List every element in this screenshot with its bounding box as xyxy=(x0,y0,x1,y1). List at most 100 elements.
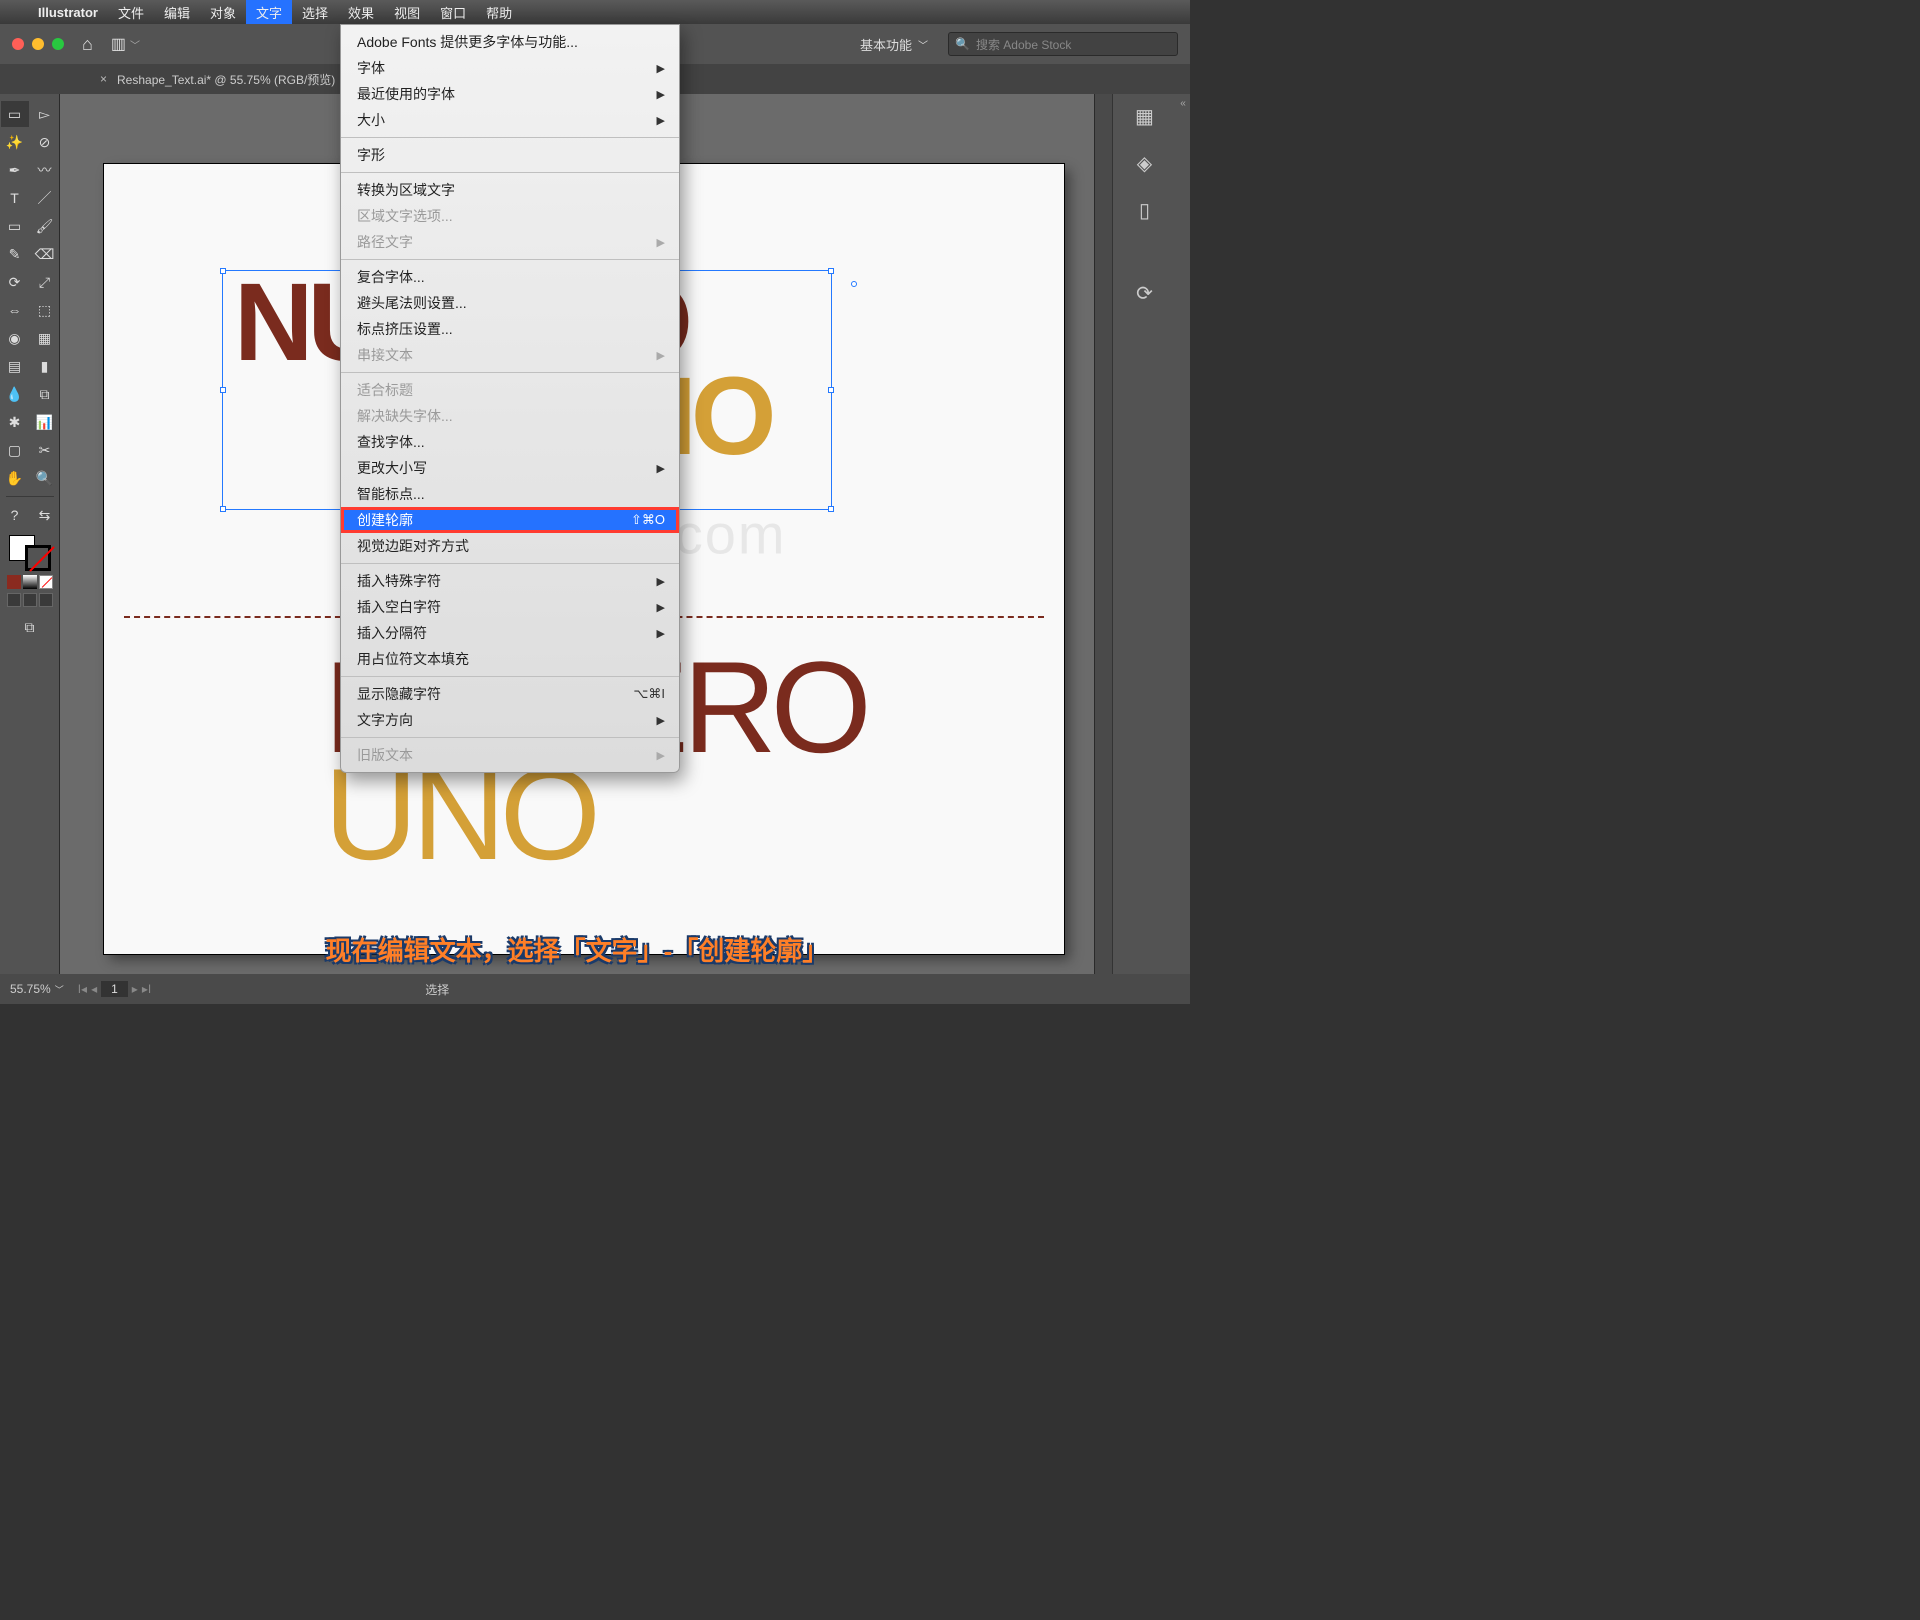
selection-tool[interactable]: ▭ xyxy=(1,101,29,127)
scale-tool[interactable]: ⤢ xyxy=(31,269,59,295)
menu-item[interactable]: 复合字体... xyxy=(341,264,679,290)
submenu-arrow-icon: ▶ xyxy=(657,62,665,75)
menu-item[interactable]: 视觉边距对齐方式 xyxy=(341,533,679,559)
menu-item[interactable]: 显示隐藏字符⌥⌘I xyxy=(341,681,679,707)
hand-tool[interactable]: ✋ xyxy=(1,465,29,491)
perspective-tool[interactable]: ▦ xyxy=(31,325,59,351)
chevron-down-icon: ﹀ xyxy=(918,37,928,52)
menu-item[interactable]: 创建轮廓⇧⌘O xyxy=(341,507,679,533)
submenu-arrow-icon: ▶ xyxy=(657,714,665,727)
expand-panels-icon[interactable]: « xyxy=(1176,94,1190,974)
slice-tool[interactable]: ✂ xyxy=(31,437,59,463)
menu-item[interactable]: 插入特殊字符▶ xyxy=(341,568,679,594)
menu-select[interactable]: 选择 xyxy=(292,0,338,24)
solid-color-icon[interactable] xyxy=(7,575,21,589)
menu-file[interactable]: 文件 xyxy=(108,0,154,24)
first-page-icon[interactable]: I◂ xyxy=(78,982,87,996)
refresh-panel-icon[interactable]: ⟳ xyxy=(1136,281,1153,306)
draw-normal-icon[interactable] xyxy=(7,593,21,607)
draw-inside-icon[interactable] xyxy=(39,593,53,607)
menu-item[interactable]: 字形 xyxy=(341,142,679,168)
tutorial-caption: 现在编辑文本，选择「文字」-「创建轮廓」 xyxy=(60,931,1094,968)
none-color-icon[interactable] xyxy=(39,575,53,589)
maximize-window-button[interactable] xyxy=(52,38,64,50)
artboard-tool[interactable]: ▢ xyxy=(1,437,29,463)
width-tool[interactable]: ⇔ xyxy=(1,297,29,323)
line-tool[interactable]: ／ xyxy=(31,185,59,211)
menu-item[interactable]: 文字方向▶ xyxy=(341,707,679,733)
app-name[interactable]: Illustrator xyxy=(28,5,108,20)
menu-item[interactable]: 更改大小写▶ xyxy=(341,455,679,481)
properties-panel-icon[interactable]: ▦ xyxy=(1135,104,1154,129)
dock-drag-strip[interactable] xyxy=(1095,94,1113,974)
menu-item[interactable]: Adobe Fonts 提供更多字体与功能... xyxy=(341,29,679,55)
unknown-tool[interactable]: ? xyxy=(1,502,29,528)
menu-item[interactable]: 大小▶ xyxy=(341,107,679,133)
gradient-icon[interactable] xyxy=(23,575,37,589)
shape-builder-tool[interactable]: ◉ xyxy=(1,325,29,351)
magic-wand-tool[interactable]: ✨ xyxy=(1,129,29,155)
pen-tool[interactable]: ✒ xyxy=(1,157,29,183)
draw-behind-icon[interactable] xyxy=(23,593,37,607)
toggle-fill-stroke[interactable]: ⇆ xyxy=(31,502,59,528)
document-tab-title[interactable]: Reshape_Text.ai* @ 55.75% (RGB/预览) xyxy=(117,71,335,88)
arrange-documents-icon[interactable]: ▥ xyxy=(111,34,126,54)
menu-type[interactable]: 文字 xyxy=(246,0,292,24)
symbol-sprayer-tool[interactable]: ✱ xyxy=(1,409,29,435)
next-page-icon[interactable]: ▸ xyxy=(132,982,138,996)
blend-tool[interactable]: ⧉ xyxy=(31,381,59,407)
menu-item[interactable]: 最近使用的字体▶ xyxy=(341,81,679,107)
curvature-tool[interactable]: 〰 xyxy=(31,157,59,183)
fill-stroke-swatches[interactable] xyxy=(9,535,51,571)
libraries-panel-icon[interactable]: ▯ xyxy=(1139,198,1150,223)
rotate-tool[interactable]: ⟳ xyxy=(1,269,29,295)
menu-help[interactable]: 帮助 xyxy=(476,0,522,24)
menu-effect[interactable]: 效果 xyxy=(338,0,384,24)
menu-item-label: 区域文字选项... xyxy=(357,206,453,226)
last-page-icon[interactable]: ▸I xyxy=(142,982,151,996)
menu-item-label: 插入分隔符 xyxy=(357,623,427,643)
menu-object[interactable]: 对象 xyxy=(200,0,246,24)
free-transform-tool[interactable]: ⬚ xyxy=(31,297,59,323)
page-number[interactable]: 1 xyxy=(101,981,128,997)
menu-item[interactable]: 插入空白字符▶ xyxy=(341,594,679,620)
eyedropper-tool[interactable]: 💧 xyxy=(1,381,29,407)
mesh-tool[interactable]: ▤ xyxy=(1,353,29,379)
menu-edit[interactable]: 编辑 xyxy=(154,0,200,24)
search-input[interactable]: 🔍 搜索 Adobe Stock xyxy=(948,32,1178,56)
submenu-arrow-icon: ▶ xyxy=(657,349,665,362)
graph-tool[interactable]: 📊 xyxy=(31,409,59,435)
paintbrush-tool[interactable]: 🖌 xyxy=(31,213,59,239)
menu-item[interactable]: 字体▶ xyxy=(341,55,679,81)
shaper-tool[interactable]: ✎ xyxy=(1,241,29,267)
menu-item[interactable]: 用占位符文本填充 xyxy=(341,646,679,672)
tab-close-icon[interactable]: × xyxy=(100,72,107,86)
zoom-tool[interactable]: 🔍 xyxy=(31,465,59,491)
arrange-dropdown-icon[interactable]: ﹀ xyxy=(130,37,140,52)
eraser-tool[interactable]: ⌫ xyxy=(31,241,59,267)
menu-item[interactable]: 智能标点... xyxy=(341,481,679,507)
menu-item[interactable]: 转换为区域文字 xyxy=(341,177,679,203)
menu-item[interactable]: 标点挤压设置... xyxy=(341,316,679,342)
menu-item[interactable]: 避头尾法则设置... xyxy=(341,290,679,316)
menu-view[interactable]: 视图 xyxy=(384,0,430,24)
layers-panel-icon[interactable]: ◈ xyxy=(1137,151,1152,176)
zoom-control[interactable]: 55.75% ﹀ xyxy=(10,982,64,996)
artboard-navigator[interactable]: I◂ ◂ 1 ▸ ▸I xyxy=(78,981,151,997)
prev-page-icon[interactable]: ◂ xyxy=(91,982,97,996)
type-tool[interactable]: T xyxy=(1,185,29,211)
lasso-tool[interactable]: ⊘ xyxy=(31,129,59,155)
rectangle-tool[interactable]: ▭ xyxy=(1,213,29,239)
rotate-handle[interactable] xyxy=(851,281,857,287)
menu-item[interactable]: 查找字体... xyxy=(341,429,679,455)
stroke-swatch[interactable] xyxy=(25,545,51,571)
menu-window[interactable]: 窗口 xyxy=(430,0,476,24)
workspace-switcher[interactable]: 基本功能 ﹀ xyxy=(860,35,928,54)
screen-mode-tool[interactable]: ⧉ xyxy=(16,614,44,640)
gradient-tool[interactable]: ▮ xyxy=(31,353,59,379)
menu-item[interactable]: 插入分隔符▶ xyxy=(341,620,679,646)
home-icon[interactable]: ⌂ xyxy=(82,34,93,55)
minimize-window-button[interactable] xyxy=(32,38,44,50)
close-window-button[interactable] xyxy=(12,38,24,50)
direct-selection-tool[interactable]: ▻ xyxy=(31,101,59,127)
